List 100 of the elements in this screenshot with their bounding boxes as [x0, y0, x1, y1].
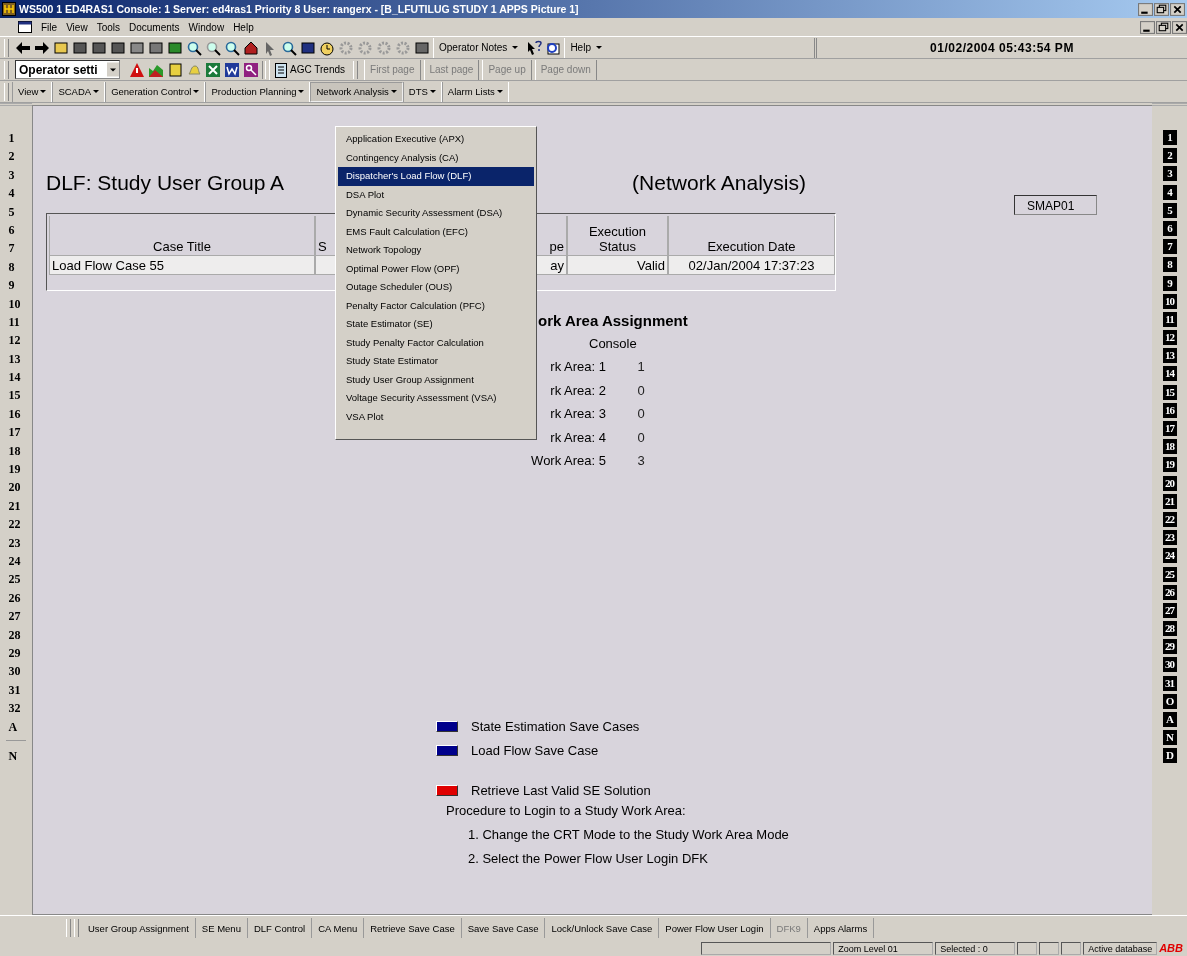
page-number-button[interactable]: A	[8, 717, 24, 736]
zoom-out-icon[interactable]	[205, 39, 221, 56]
page-number-button[interactable]: 18	[8, 441, 24, 461]
page-number-button[interactable]: 4	[8, 184, 24, 203]
page-number-button[interactable]: 12	[8, 331, 24, 350]
page-number-button[interactable]: 11	[1162, 311, 1177, 327]
page-number-button[interactable]: 22	[1162, 511, 1177, 527]
menu-item[interactable]: Tools	[96, 21, 120, 33]
page-number-button[interactable]: 13	[1162, 348, 1177, 364]
menu-button[interactable]: Network Analysis	[310, 81, 403, 102]
window-icon[interactable]	[110, 39, 126, 56]
page-number-button[interactable]: 10	[1162, 293, 1177, 309]
zoom-in-icon[interactable]	[186, 39, 202, 56]
forward-arrow-icon[interactable]	[34, 39, 50, 56]
page-number-button[interactable]: 28	[8, 625, 24, 644]
page-number-button[interactable]: 1	[8, 129, 24, 148]
page-number-button[interactable]: 26	[8, 588, 24, 608]
menu-item[interactable]: File	[41, 21, 58, 33]
page-number-button[interactable]: 17	[8, 423, 24, 442]
page-number-button[interactable]: 28	[1162, 621, 1177, 637]
page-number-button[interactable]: 15	[8, 386, 24, 405]
key-icon[interactable]	[243, 61, 259, 78]
help-pointer-icon[interactable]	[526, 39, 543, 56]
window-icon[interactable]	[91, 39, 107, 56]
page-number-button[interactable]: 25	[8, 570, 24, 589]
page-number-button[interactable]: 27	[1162, 602, 1177, 618]
page-number-button[interactable]: 6	[8, 220, 24, 240]
dropdown-item[interactable]: State Estimator (SE)	[338, 315, 534, 334]
zoom-icon[interactable]	[281, 39, 297, 56]
dropdown-item[interactable]: Penalty Factor Calculation (PFC)	[338, 296, 534, 315]
page-number-button[interactable]: 17	[1162, 421, 1177, 436]
page-number-button[interactable]: 4	[1162, 184, 1177, 200]
page-number-button[interactable]: 23	[8, 533, 24, 552]
page-number-button[interactable]: 13	[8, 349, 24, 369]
page-number-button[interactable]: 31	[1162, 675, 1177, 691]
page-number-button[interactable]: 22	[8, 515, 24, 534]
page-number-button[interactable]: 15	[1162, 384, 1177, 400]
page-number-button[interactable]: 14	[8, 368, 24, 387]
page-number-button[interactable]: 20	[1162, 475, 1177, 491]
dropdown-item[interactable]: Dispatcher's Load Flow (DLF)	[338, 167, 534, 186]
close-icon[interactable]	[1170, 2, 1185, 16]
page-number-button[interactable]: 6	[1162, 220, 1177, 236]
display-button[interactable]	[436, 720, 458, 732]
page-number-button[interactable]: 5	[8, 202, 24, 221]
dropdown-item[interactable]: Study Penalty Factor Calculation	[338, 333, 534, 352]
page-number-button[interactable]: 16	[8, 404, 24, 424]
page-number-button[interactable]: 30	[8, 662, 24, 681]
minimize-icon[interactable]	[1138, 2, 1153, 16]
page-number-button[interactable]: 25	[1162, 566, 1177, 582]
document-icon[interactable]	[18, 21, 32, 33]
page-number-button[interactable]: N	[1162, 730, 1177, 746]
page-number-button[interactable]: 10	[8, 294, 24, 313]
page-number-button[interactable]: 9	[1162, 275, 1177, 291]
page-number-button[interactable]: 29	[8, 643, 24, 663]
page-number-button[interactable]: 32	[8, 699, 24, 718]
page-number-button[interactable]: 7	[8, 239, 24, 258]
display-button[interactable]	[436, 784, 458, 796]
page-number-button[interactable]: N	[8, 746, 24, 766]
menu-button[interactable]: Alarm Lists	[441, 81, 509, 102]
menu-button[interactable]: View	[12, 81, 53, 102]
dropdown-item[interactable]: VSA Plot	[338, 407, 534, 426]
page-number-button[interactable]: 1	[1162, 130, 1177, 145]
restore-icon[interactable]	[1154, 2, 1169, 16]
menu-item[interactable]: View	[66, 21, 88, 33]
page-number-button[interactable]: 21	[1162, 493, 1177, 509]
page-number-button[interactable]: D	[1162, 748, 1177, 764]
page-number-button[interactable]: 11	[8, 312, 24, 332]
page-number-button[interactable]: 7	[1162, 239, 1177, 255]
dropdown-item[interactable]: Voltage Security Assessment (VSA)	[338, 389, 534, 408]
document-icon[interactable]	[224, 61, 240, 78]
home-icon[interactable]	[243, 39, 259, 56]
page-number-button[interactable]: O	[1162, 693, 1177, 709]
dropdown-item[interactable]: DSA Plot	[338, 185, 534, 204]
page-number-button[interactable]: 31	[8, 680, 24, 700]
page-number-button[interactable]: 24	[8, 552, 24, 571]
restore-icon[interactable]	[1156, 20, 1171, 34]
menu-button[interactable]: Production Planning	[205, 81, 311, 102]
window-icon[interactable]	[72, 39, 88, 56]
page-number-button[interactable]: 16	[1162, 402, 1177, 418]
page-number-button[interactable]: 3	[1162, 166, 1177, 182]
close-icon[interactable]	[1172, 20, 1187, 34]
operator-settings-combo[interactable]: Operator setti	[15, 60, 120, 79]
page-number-button[interactable]: 8	[8, 257, 24, 277]
page-number-button[interactable]: 14	[1162, 366, 1177, 382]
minimize-icon[interactable]	[1140, 20, 1155, 34]
dropdown-item[interactable]: Outage Scheduler (OUS)	[338, 278, 534, 297]
menu-button[interactable]: DTS	[402, 81, 442, 102]
menu-item[interactable]: Window	[188, 21, 225, 33]
page-number-button[interactable]: 2	[1162, 148, 1177, 164]
page-number-button[interactable]: 30	[1162, 657, 1177, 673]
menu-button[interactable]: SCADA	[52, 81, 106, 102]
zoom-icon[interactable]	[224, 39, 240, 56]
warning-icon[interactable]	[129, 61, 145, 78]
page-number-button[interactable]: 3	[8, 165, 24, 185]
dropdown-item[interactable]: Contingency Analysis (CA)	[338, 148, 534, 167]
caret-icon[interactable]	[107, 62, 119, 77]
page-number-button[interactable]: 8	[1162, 257, 1177, 273]
page-number-button[interactable]: 21	[8, 496, 24, 516]
page-number-button[interactable]: 2	[8, 147, 24, 166]
page-number-button[interactable]: 20	[8, 478, 24, 497]
